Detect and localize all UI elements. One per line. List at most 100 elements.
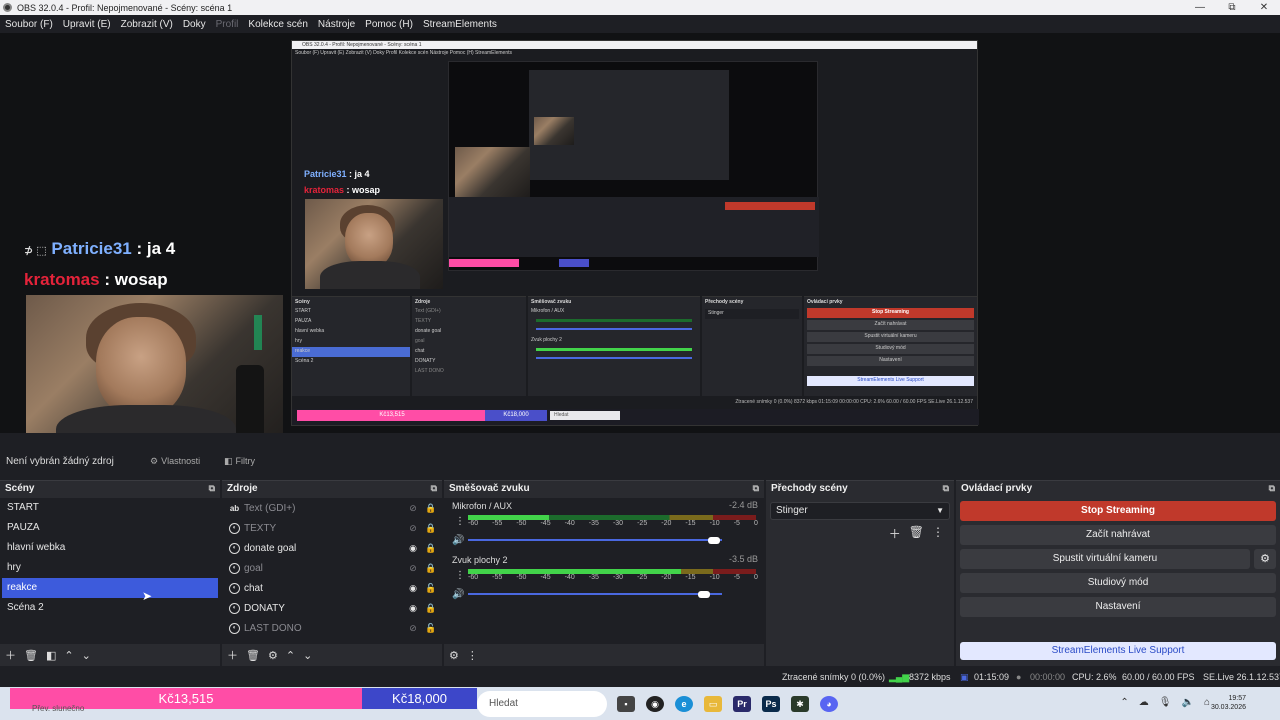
undock-icon[interactable]: ⧉ [1269,483,1275,494]
taskbar-clock[interactable]: 19:57 30.03.2026 [1211,694,1246,712]
source-properties-button[interactable]: ⚙ [268,649,278,662]
undock-icon[interactable]: ⧉ [209,483,215,494]
more-options-icon[interactable]: ⋮ [455,516,465,527]
meter-tick: -20 [661,574,672,581]
transition-select[interactable]: Stinger ▼ [770,502,950,520]
scene-item-hlavni-webka[interactable]: hlavní webka [0,538,220,558]
chevron-up-icon[interactable]: ⌃ [1120,697,1128,708]
properties-button[interactable]: ⚙ Vlastnosti [150,453,200,469]
photoshop-icon[interactable]: Ps [762,696,780,712]
start-recording-button[interactable]: Začít nahrávat [960,525,1276,545]
menu-tools[interactable]: Nástroje [318,19,355,30]
source-item[interactable]: ab Text (GDI+) ⊘ 🔒 [222,498,442,518]
chat-separator: : [131,239,147,258]
menu-docks[interactable]: Doky [183,19,206,30]
source-item[interactable]: ◐ TEXTY ⊘ 🔒 [222,518,442,538]
discord-icon[interactable]: ◕ [820,696,838,712]
remove-transition-button[interactable]: 🗑 [909,525,924,542]
undock-icon[interactable]: ⧉ [431,483,437,494]
move-down-button[interactable]: ⌄ [82,649,91,662]
preview-canvas[interactable]: ⊅ ⬚ Patricie31 : ja 4 kratomas : wosap O… [0,33,1280,460]
nested-menu: Soubor (F) Upravit (E) Zobrazit (V) Doky… [295,50,513,56]
premiere-icon[interactable]: Pr [733,696,751,712]
close-button[interactable]: ✕ [1248,0,1280,15]
scene-filters-button[interactable]: ◧ [46,649,56,662]
volume-knob-mic[interactable] [708,537,721,544]
lock-icon[interactable]: 🔒 [424,523,438,534]
explorer-icon[interactable]: ▭ [704,696,722,712]
remove-scene-button[interactable]: 🗑 [24,649,38,662]
virtual-camera-settings-button[interactable]: ⚙ [1254,549,1276,569]
se-support-button[interactable]: StreamElements Live Support [960,642,1276,660]
speaker-icon[interactable]: 🔊 [452,589,464,600]
source-item[interactable]: ◐ chat ◉ 🔓 [222,578,442,598]
source-item[interactable]: ◐ donate goal ◉ 🔒 [222,538,442,558]
transition-menu-button[interactable]: ⋮ [932,525,944,542]
scene-item-start[interactable]: START [0,498,220,518]
filters-button[interactable]: ◧ Filtry [224,453,255,469]
more-options-icon[interactable]: ⋮ [455,570,465,581]
lock-icon[interactable]: 🔒 [424,563,438,574]
cloud-icon[interactable]: ☁ [1139,697,1149,708]
network-icon[interactable]: ⌂ [1204,697,1210,708]
virtual-camera-button[interactable]: Spustit virtuální kameru [960,549,1250,569]
unlock-icon[interactable]: 🔓 [424,623,438,634]
eye-hidden-icon[interactable]: ⊘ [406,523,420,534]
menu-edit[interactable]: Upravit (E) [63,19,111,30]
menu-help[interactable]: Pomoc (H) [365,19,413,30]
lock-icon[interactable]: 🔒 [424,603,438,614]
source-item[interactable]: ◐ DONATY ◉ 🔒 [222,598,442,618]
move-down-button[interactable]: ⌄ [303,649,312,662]
eye-icon[interactable]: ◉ [406,543,420,554]
mixer-channels: Mikrofon / AUX -2.4 dB ⋮ -60 -55 -50 -45 -40… [444,498,764,644]
menu-file[interactable]: Soubor (F) [5,19,53,30]
scene-item-scena-2[interactable]: Scéna 2 [0,598,220,618]
undock-icon[interactable]: ⧉ [753,483,759,494]
volume-slider[interactable] [468,539,722,541]
add-scene-button[interactable]: ＋ [5,647,16,663]
menu-streamelements[interactable]: StreamElements [423,19,497,30]
scene-item-reakce[interactable]: reakce [2,578,218,598]
add-transition-button[interactable]: ＋ [889,525,901,542]
stop-streaming-button[interactable]: Stop Streaming [960,501,1276,521]
dropped-frames: Ztracené snímky 0 (0.0%) [782,672,886,682]
move-up-button[interactable]: ⌃ [64,649,73,662]
volume-icon[interactable]: 🔈 [1182,697,1194,708]
eye-icon[interactable]: ◉ [406,603,420,614]
sources-dock: Zdroje ⧉ ab Text (GDI+) ⊘ 🔒 ◐ TEXTY ⊘ 🔒 … [222,480,442,666]
menu-profile[interactable]: Profil [216,19,239,30]
advanced-audio-button[interactable]: ⚙ [449,649,459,662]
lock-icon[interactable]: 🔒 [424,503,438,514]
eye-hidden-icon[interactable]: ⊘ [406,563,420,574]
mixer-menu-button[interactable]: ⋮ [467,649,478,662]
volume-knob-desktop[interactable] [698,591,711,598]
eye-hidden-icon[interactable]: ⊘ [406,623,420,634]
remove-source-button[interactable]: 🗑 [246,649,260,662]
settings-button[interactable]: Nastavení [960,597,1276,617]
maximize-button[interactable]: ⧉ [1216,0,1248,15]
scene-item-pauza[interactable]: PAUZA [0,518,220,538]
obs-app-icon[interactable]: ◉ [646,696,664,712]
undock-icon[interactable]: ⧉ [943,483,949,494]
add-source-button[interactable]: ＋ [227,647,238,663]
volume-slider[interactable] [468,593,722,595]
minimize-button[interactable]: — [1184,0,1216,15]
chat-line-1: ⊅ ⬚ Patricie31 : ja 4 [24,239,175,259]
menu-scene-collection[interactable]: Kolekce scén [248,19,307,30]
taskbar-search[interactable]: Hledat [477,691,607,717]
unlock-icon[interactable]: 🔓 [424,583,438,594]
lock-icon[interactable]: 🔒 [424,543,438,554]
menu-view[interactable]: Zobrazit (V) [121,19,173,30]
source-item[interactable]: ◐ LAST DONO ⊘ 🔓 [222,618,442,638]
eye-hidden-icon[interactable]: ⊘ [406,503,420,514]
source-item[interactable]: ◐ goal ⊘ 🔒 [222,558,442,578]
speaker-icon[interactable]: 🔊 [452,535,464,546]
edge-icon[interactable]: e [675,696,693,712]
move-up-button[interactable]: ⌃ [286,649,295,662]
eye-icon[interactable]: ◉ [406,583,420,594]
taskview-icon[interactable]: ▪ [617,696,635,712]
mic-icon[interactable]: 🎙 [1159,697,1172,708]
app-icon[interactable]: ✱ [791,696,809,712]
studio-mode-button[interactable]: Studiový mód [960,573,1276,593]
scene-item-hry[interactable]: hry [0,558,220,578]
